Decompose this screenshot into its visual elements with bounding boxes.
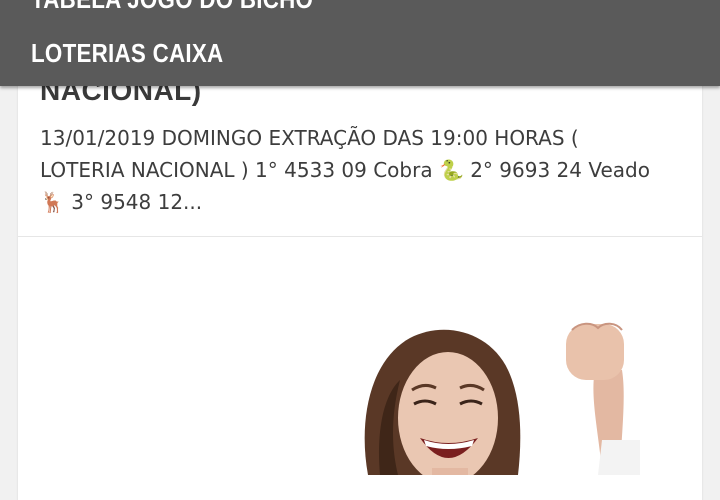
- celebrating-woman-photo: [364, 322, 640, 475]
- excerpt-text-2: 2° 9693 24 Veado: [463, 158, 650, 182]
- post-excerpt[interactable]: 13/01/2019 DOMINGO EXTRAÇÃO DAS 19:00 HO…: [40, 122, 660, 218]
- menu-item-loterias-caixa[interactable]: LOTERIAS CAIXA: [31, 38, 223, 69]
- menu-item-tabela-jogo-do-bicho[interactable]: TABELA JOGO DO BICHO: [31, 0, 313, 15]
- snake-emoji-icon: 🐍: [438, 158, 464, 182]
- post-divider: [18, 236, 702, 237]
- excerpt-text-3: 3° 9548 12...: [64, 190, 203, 214]
- navigation-menu: TABELA JOGO DO BICHO LOTERIAS CAIXA: [0, 0, 720, 86]
- deer-emoji-icon: 🦌: [40, 190, 65, 214]
